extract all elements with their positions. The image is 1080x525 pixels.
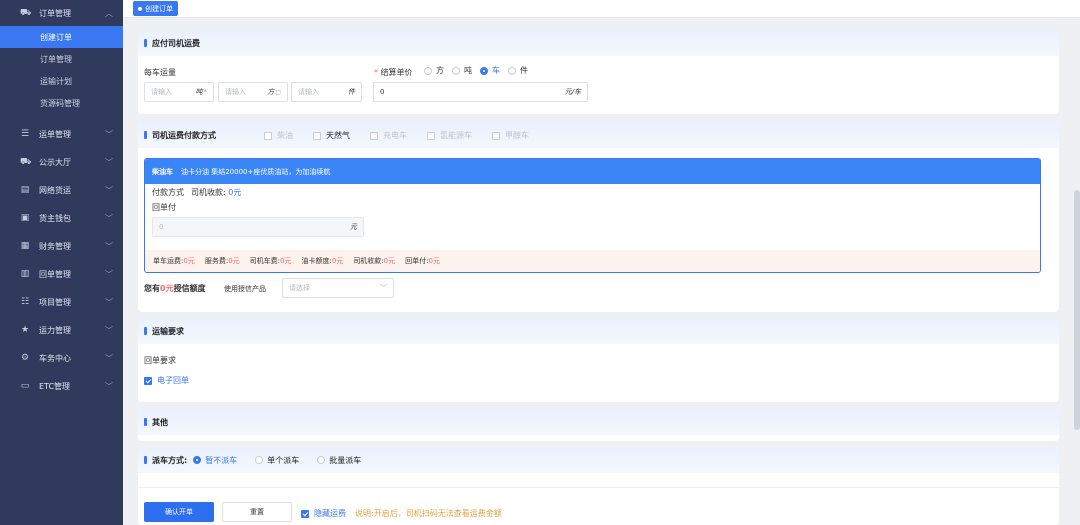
hide-fee-checkbox[interactable]: 隐藏运费 [301, 508, 346, 519]
section-header: 应付司机运费 [138, 30, 1059, 56]
chk-electric[interactable]: 充电车 [370, 130, 407, 141]
section-header: 派车方式: 暂不派车 单个派车 批量派车 [138, 447, 1059, 473]
section-marker [144, 131, 147, 139]
chk-diesel[interactable]: 柴油 [264, 130, 293, 141]
sidebar-item-wallet[interactable]: ▣ 货主钱包 ﹀ [0, 204, 123, 232]
sidebar-item-capacity[interactable]: ★ 运力管理 ﹀ [0, 316, 123, 344]
per-car-label: 每车运量 [144, 68, 176, 77]
payment-panel: 司机运费付款方式 柴油 天然气 充电车 氢能源车 甲醇车 柴油车 油卡分油 集结… [138, 122, 1059, 312]
section-header: 司机运费付款方式 柴油 天然气 充电车 氢能源车 甲醇车 [138, 122, 1059, 148]
radio-cubic[interactable]: 方 [424, 65, 444, 76]
tonnage-input[interactable]: 请输入 吨 * [144, 82, 214, 102]
credit-product-select[interactable]: 请选择 ﹀ [282, 278, 394, 298]
e-receipt-checkbox[interactable]: 电子回单 [144, 375, 189, 386]
chevron-down-icon: ﹀ [105, 213, 113, 223]
hide-fee-note: 说明:开启后，司机扫码无法查看运费金额 [355, 509, 502, 518]
dispatch-panel: 派车方式: 暂不派车 单个派车 批量派车 确认开单 重置 隐藏运费 说明:开启后… [138, 447, 1059, 525]
sidebar: ⛟ 订单管理 ︿ 创建订单 订单管理 运输计划 货源码管理 ☰ 运单管理 ﹀ ⛟… [0, 0, 123, 525]
sidebar-item-receipt[interactable]: ▥ 回单管理 ﹀ [0, 260, 123, 288]
section-marker [144, 39, 147, 47]
receipt-pay-input[interactable]: 0 元 [152, 217, 364, 237]
section-title: 派车方式: [152, 455, 188, 465]
truck-icon: ⛟ [20, 8, 32, 18]
section-title: 运输要求 [152, 326, 184, 336]
chk-methanol[interactable]: 甲醇车 [492, 130, 529, 141]
radio-batch-dispatch[interactable]: 批量派车 [317, 455, 361, 466]
sidebar-item-order-management[interactable]: ⛟ 订单管理 ︿ [0, 0, 123, 26]
receipt-req-label: 回单要求 [144, 356, 176, 365]
list-icon: ☰ [20, 129, 30, 139]
chevron-down-icon: ﹀ [105, 241, 113, 251]
active-dot-icon [138, 6, 142, 11]
sidebar-item-etc[interactable]: ▭ ETC管理 ﹀ [0, 372, 123, 400]
chevron-down-icon: ﹀ [105, 157, 113, 167]
sidebar-item-network-freight[interactable]: ▤ 网络货运 ﹀ [0, 176, 123, 204]
credit-product-label: 使用授信产品 [224, 285, 266, 293]
chevron-down-icon: ﹀ [105, 381, 113, 391]
sidebar-item-waybill[interactable]: ☰ 运单管理 ﹀ [0, 120, 123, 148]
section-marker [144, 327, 147, 335]
truck-icon: ⛟ [20, 157, 32, 167]
other-panel: 其他 [138, 409, 1059, 441]
chevron-up-icon: ︿ [105, 8, 113, 18]
chk-hydrogen[interactable]: 氢能源车 [427, 130, 472, 141]
volume-input[interactable]: 请输入 方 ◻ [218, 82, 288, 102]
chevron-down-icon: ﹀ [105, 185, 113, 195]
section-marker [144, 456, 147, 464]
section-title: 其他 [152, 417, 168, 427]
section-header: 运输要求 [138, 318, 1059, 344]
sidebar-subitem-transport-plan[interactable]: 运输计划 [0, 70, 123, 92]
chevron-down-icon: ﹀ [105, 129, 113, 139]
fee-summary: 单车运费: 0元 服务费: 0元 司机车费: 0元 油卡额度: 0元 司机收款: 0元 回… [145, 250, 1040, 272]
section-title: 应付司机运费 [152, 38, 200, 48]
energy-type-group: 柴油 天然气 充电车 氢能源车 甲醇车 [264, 130, 537, 141]
diesel-card-header: 柴油车 油卡分油 集结20000+座优质油站，为加油续航 [145, 159, 1040, 184]
sidebar-item-public-hall[interactable]: ⛟ 公示大厅 ﹀ [0, 148, 123, 176]
unit-price-input[interactable]: 0 元/车 [373, 82, 588, 102]
wallet-icon: ▣ [20, 213, 30, 223]
tab-create-order[interactable]: 创建订单 [133, 1, 178, 16]
unit-price-radio-group: 方 吨 车 件 [424, 65, 536, 76]
sidebar-subitem-source-code[interactable]: 货源码管理 [0, 92, 123, 114]
scrollbar[interactable] [1074, 190, 1080, 430]
radio-car[interactable]: 车 [480, 65, 500, 76]
sidebar-subitem-create-order[interactable]: 创建订单 [0, 26, 123, 48]
sidebar-item-finance[interactable]: ▦ 财务管理 ﹀ [0, 232, 123, 260]
tab-bar: 创建订单 [123, 0, 1080, 18]
radio-no-dispatch[interactable]: 暂不派车 [193, 455, 237, 466]
freight-panel: 应付司机运费 每车运量 请输入 吨 * 请输入 方 ◻ 请输入 件 * 结算单价 方… [138, 30, 1059, 114]
chevron-down-icon: ﹀ [105, 269, 113, 279]
document-icon: ▤ [20, 185, 30, 195]
etc-icon: ▭ [20, 381, 30, 391]
sidebar-item-vehicle-center[interactable]: ⚙ 车务中心 ﹀ [0, 344, 123, 372]
project-icon: ☷ [20, 297, 30, 307]
finance-icon: ▦ [20, 241, 30, 251]
confirm-order-button[interactable]: 确认开单 [144, 502, 214, 522]
sidebar-item-project[interactable]: ☷ 项目管理 ﹀ [0, 288, 123, 316]
pieces-input[interactable]: 请输入 件 [291, 82, 362, 102]
diesel-card: 柴油车 油卡分油 集结20000+座优质油站，为加油续航 付款方式 司机收款: … [144, 158, 1041, 273]
transport-panel: 运输要求 回单要求 电子回单 [138, 318, 1059, 402]
chk-natural-gas[interactable]: 天然气 [313, 130, 350, 141]
credit-line: 您有0元授信额度 [144, 284, 206, 293]
radio-single-dispatch[interactable]: 单个派车 [255, 455, 299, 466]
chevron-down-icon: ﹀ [380, 284, 387, 292]
chevron-down-icon: ﹀ [105, 353, 113, 363]
section-title: 司机运费付款方式 [152, 130, 216, 140]
receipt-icon: ▥ [20, 269, 30, 279]
reset-button[interactable]: 重置 [222, 502, 292, 522]
section-header: 其他 [138, 409, 1059, 435]
sidebar-item-label: 订单管理 [39, 8, 71, 18]
chevron-down-icon: ﹀ [105, 297, 113, 307]
gear-icon: ⚙ [20, 353, 30, 363]
star-icon: ★ [20, 325, 30, 335]
chevron-down-icon: ﹀ [105, 325, 113, 335]
sidebar-subitem-order-list[interactable]: 订单管理 [0, 48, 123, 70]
section-marker [144, 418, 147, 426]
radio-piece[interactable]: 件 [508, 65, 528, 76]
radio-ton[interactable]: 吨 [452, 65, 472, 76]
unit-price-label: * 结算单价 [374, 68, 413, 77]
